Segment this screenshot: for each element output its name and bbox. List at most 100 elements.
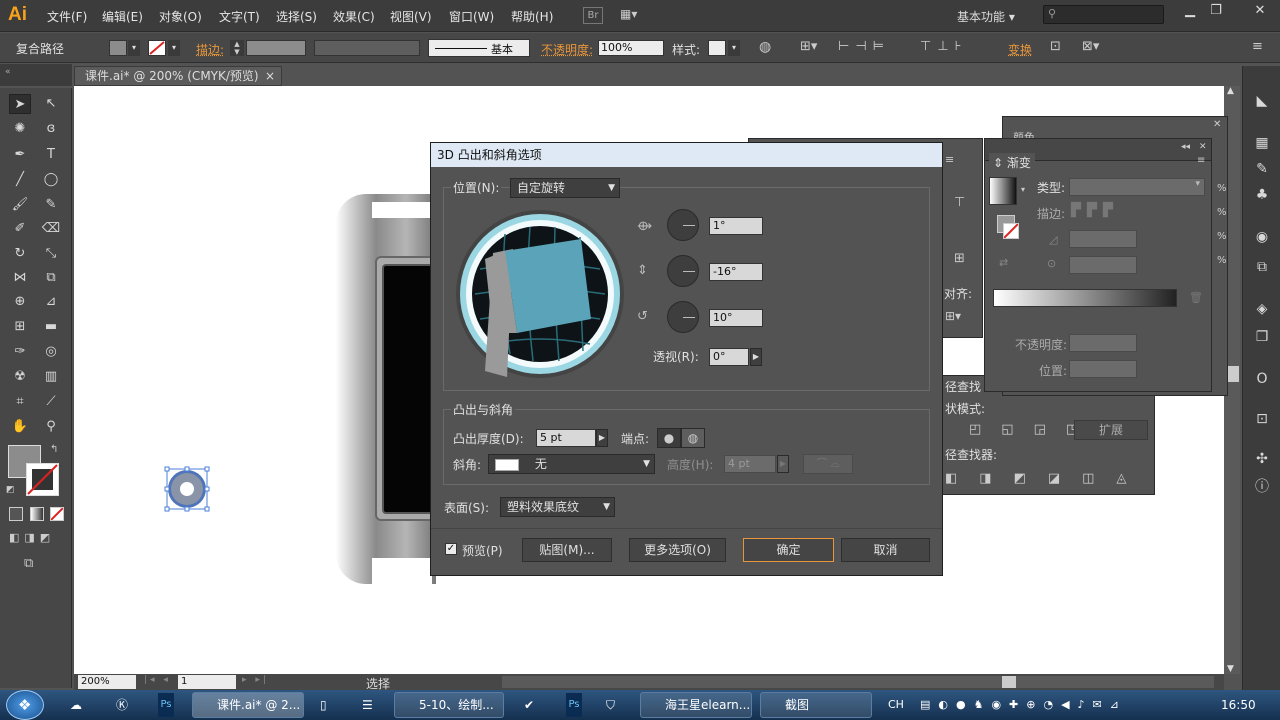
gradient-stroke-icon[interactable] xyxy=(1003,223,1019,239)
perspective-field[interactable]: 0° xyxy=(709,348,749,366)
type-tool-icon[interactable]: T xyxy=(40,145,62,165)
menu-edit[interactable]: 编辑(E) xyxy=(102,8,143,25)
gradient-stroke-buttons[interactable]: ▛▛▛ xyxy=(1071,203,1119,218)
gradient-slider[interactable] xyxy=(993,289,1177,307)
gradient-opacity-field[interactable] xyxy=(1069,334,1137,352)
navigator-panel-icon[interactable]: ✣ xyxy=(1253,450,1271,468)
stroke-dropdown-icon[interactable]: ▾ xyxy=(168,40,180,56)
stroke-weight-field[interactable] xyxy=(246,40,306,56)
gradient-panel-icon[interactable]: ◣ xyxy=(1253,92,1271,110)
selection-tool-icon[interactable]: ➤ xyxy=(9,94,31,114)
draw-mode-icons[interactable]: ◧◨◩ xyxy=(9,531,55,544)
start-button[interactable]: ❖ xyxy=(6,690,44,720)
appearance-panel-icon[interactable]: ◉ xyxy=(1253,228,1271,246)
recolor-icon[interactable]: ◍ xyxy=(759,39,771,55)
shape-builder-tool-icon[interactable]: ⊕ xyxy=(9,292,31,312)
gradient-swatch[interactable] xyxy=(989,177,1017,205)
close-window-button[interactable]: ✕ xyxy=(1244,2,1276,20)
pathfinder-tab[interactable]: 径查找 xyxy=(945,378,981,395)
taskbar-item-illustrator[interactable]: 课件.ai* @ 2... xyxy=(192,692,304,718)
gradient-panel-menu-icon[interactable]: ≡ xyxy=(1197,155,1205,166)
menu-effect[interactable]: 效果(C) xyxy=(333,8,375,25)
layers-panel-icon[interactable]: ◈ xyxy=(1253,300,1271,318)
zoom-field[interactable]: 200% xyxy=(78,675,136,689)
first-prev-artboard-icons[interactable]: |◂ ◂ xyxy=(144,675,171,685)
opacity-field[interactable]: 100% xyxy=(598,40,664,56)
eyedropper-tool-icon[interactable]: ✑ xyxy=(9,342,31,362)
y-axis-rotation-knob[interactable] xyxy=(667,255,699,287)
menu-object[interactable]: 对象(O) xyxy=(159,8,202,25)
brushes-panel-icon[interactable]: ✎ xyxy=(1253,160,1271,178)
bevel-height-slider-icon[interactable]: ▶ xyxy=(777,455,789,473)
bevel-dropdown[interactable]: 无 ▼ xyxy=(488,454,655,474)
taskbar-photoshop-icon[interactable]: Ps xyxy=(566,693,582,717)
blob-brush-tool-icon[interactable]: ✐ xyxy=(9,219,31,239)
align-panel-menu-icon[interactable]: ≡ xyxy=(945,153,954,166)
extrude-depth-slider-icon[interactable]: ▶ xyxy=(596,429,608,447)
graphic-styles-panel-icon[interactable]: ⧉ xyxy=(1253,258,1271,276)
stroke-color-box[interactable] xyxy=(26,463,59,496)
reverse-gradient-icon[interactable]: ⇄ xyxy=(999,256,1008,269)
slice-tool-icon[interactable]: ⟋ xyxy=(40,392,62,412)
eraser-tool-icon[interactable]: ⌫ xyxy=(40,219,62,239)
preview-checkbox[interactable]: ✓ xyxy=(445,543,457,555)
position-dropdown[interactable]: 自定旋转 ▼ xyxy=(510,178,620,198)
isolate-icon[interactable]: ⊡ xyxy=(1050,39,1061,54)
style-dropdown-icon[interactable]: ▾ xyxy=(728,40,740,56)
control-panel-menu-icon[interactable]: ≡ xyxy=(1252,39,1263,54)
arrange-documents-icon[interactable]: ▦▾ xyxy=(620,7,650,24)
menu-view[interactable]: 视图(V) xyxy=(390,8,432,25)
graphic-style-swatch[interactable] xyxy=(708,40,726,56)
bevel-direction-buttons[interactable]: ⌒ ⌓ xyxy=(803,454,853,474)
align-vertical-icons[interactable]: ⊤⊥⊦ xyxy=(920,39,967,54)
z-axis-rotation-field[interactable]: 10° xyxy=(709,309,763,327)
transform-link[interactable]: 变换 xyxy=(1008,41,1032,58)
variable-width-profile[interactable] xyxy=(314,40,420,56)
taskbar-item-browser[interactable]: 5-10、绘制... xyxy=(394,692,504,718)
align-horizontal-icons[interactable]: ⊢⊣⊨ xyxy=(838,39,890,54)
z-axis-rotation-knob[interactable] xyxy=(667,301,699,333)
artboard-number-field[interactable]: 1 xyxy=(178,675,236,689)
perspective-grid-tool-icon[interactable]: ⊿ xyxy=(40,292,62,312)
align-to-dropdown[interactable]: ⊞▾ xyxy=(945,309,961,323)
search-input[interactable]: ⚲ xyxy=(1043,5,1164,24)
menu-window[interactable]: 窗口(W) xyxy=(449,8,494,25)
magic-wand-tool-icon[interactable]: ✺ xyxy=(9,119,31,139)
rotate-tool-icon[interactable]: ↻ xyxy=(9,244,31,264)
taskbar-app-icon-3[interactable]: ✔ xyxy=(524,693,534,717)
direct-selection-tool-icon[interactable]: ↖ xyxy=(40,94,62,114)
align-to-icon[interactable]: ⊞▾ xyxy=(800,39,817,54)
close-tab-icon[interactable]: × xyxy=(265,67,275,85)
taskbar-app-icon-4[interactable]: ⛉ xyxy=(606,693,615,717)
x-axis-rotation-field[interactable]: 1° xyxy=(709,217,763,235)
gradient-tab[interactable]: ⇕ 渐变 xyxy=(989,153,1035,173)
selected-ring-object[interactable] xyxy=(164,466,210,512)
document-tab[interactable]: 课件.ai* @ 200% (CMYK/预览) × xyxy=(74,66,282,86)
free-transform-tool-icon[interactable]: ⧉ xyxy=(40,268,62,288)
screen-mode-icon[interactable]: ⧉ xyxy=(24,556,33,571)
minimize-button[interactable]: ▁ xyxy=(1177,2,1203,20)
default-colors-icon[interactable]: ◩ xyxy=(6,485,15,495)
pen-tool-icon[interactable]: ✒ xyxy=(9,145,31,165)
gradient-mode-icon[interactable] xyxy=(30,507,44,521)
distribute-icon[interactable]: ⊞ xyxy=(954,251,965,266)
taskbar-item-screenshot-folder[interactable]: 截图 xyxy=(760,692,872,718)
stroke-label[interactable]: 描边: xyxy=(196,41,224,58)
gradient-aspect-field[interactable] xyxy=(1069,256,1137,274)
panel-close-icon[interactable]: ✕ xyxy=(1213,119,1221,130)
workspace-switcher[interactable]: 基本功能 ▾ xyxy=(957,8,1015,25)
opentype-panel-icon[interactable]: O xyxy=(1253,370,1271,388)
expand-button[interactable]: 扩展 xyxy=(1074,420,1148,440)
x-axis-rotation-knob[interactable] xyxy=(667,209,699,241)
info-panel-icon[interactable]: ⓘ xyxy=(1253,478,1271,496)
fill-dropdown-icon[interactable]: ▾ xyxy=(128,40,140,56)
hand-tool-icon[interactable]: ✋ xyxy=(9,417,31,437)
delete-stop-icon[interactable]: 🗑 xyxy=(1189,291,1203,304)
pencil-tool-icon[interactable]: ✎ xyxy=(40,195,62,215)
color-mode-icon[interactable] xyxy=(9,507,23,521)
ellipse-tool-icon[interactable]: ◯ xyxy=(40,170,62,190)
system-tray-icons[interactable]: ▤◐●♞◉✚⊕◔◀♪✉⊿ xyxy=(920,693,1127,717)
gradient-swatch-dropdown-icon[interactable]: ▾ xyxy=(1021,185,1025,194)
taskbar-quick-launch-2-icon[interactable]: Ⓚ xyxy=(116,693,128,717)
more-options-button[interactable]: 更多选项(O) xyxy=(629,538,726,562)
